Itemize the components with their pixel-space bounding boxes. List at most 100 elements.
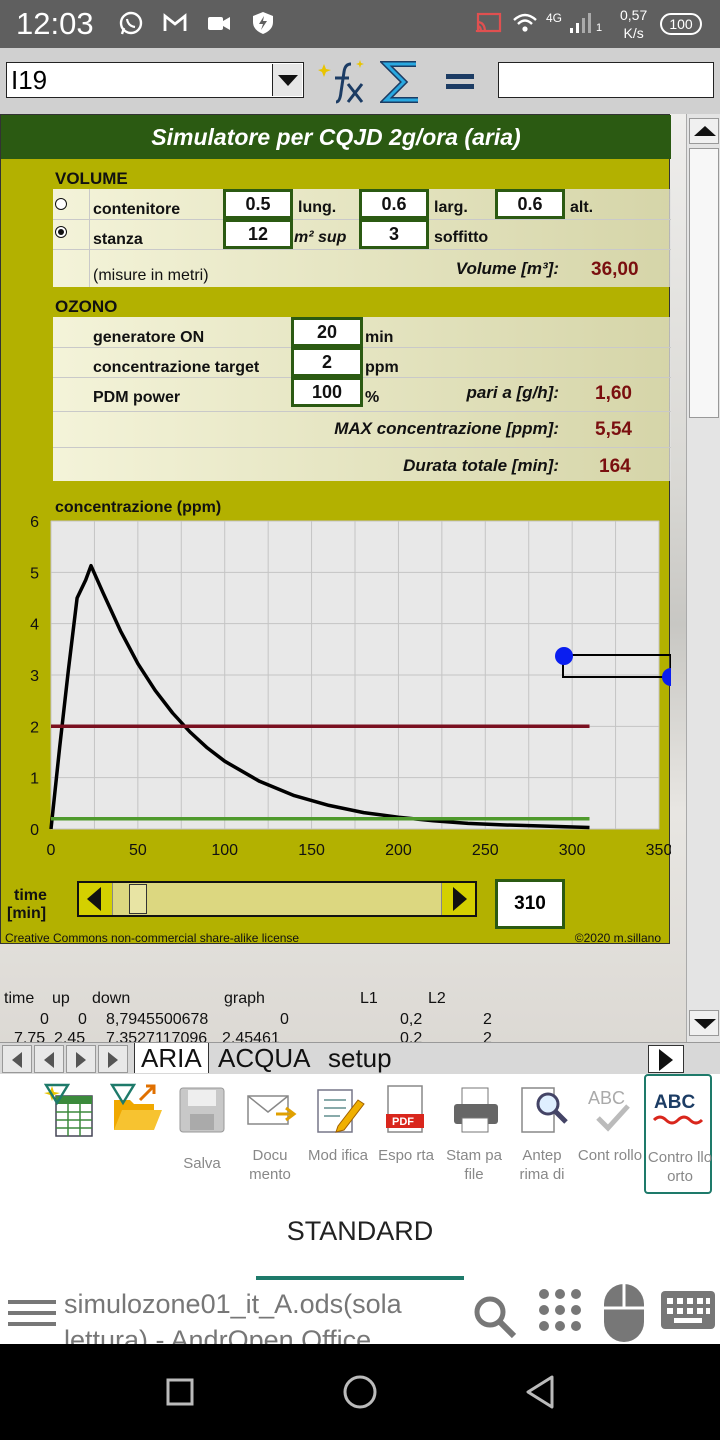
video-icon bbox=[208, 17, 230, 30]
cell-reference-box[interactable]: I19 bbox=[6, 62, 304, 98]
cell[interactable]: 2,45 bbox=[54, 1030, 85, 1042]
x-tick-label: 100 bbox=[211, 842, 238, 859]
signal-icon bbox=[570, 13, 591, 33]
slider-thumb[interactable] bbox=[129, 884, 147, 914]
label-room: stanza bbox=[93, 231, 143, 248]
spreadsheet-area[interactable]: Simulatore per CQJD 2g/ora (aria) VOLUME… bbox=[0, 114, 720, 1042]
label-height: alt. bbox=[570, 199, 594, 216]
cell[interactable]: 0 bbox=[40, 1011, 49, 1029]
export-pdf-button[interactable]: PDF Espo rta bbox=[372, 1074, 440, 1194]
tab-scroll-right-icon[interactable] bbox=[648, 1045, 684, 1073]
scroll-up-icon[interactable] bbox=[689, 118, 719, 144]
input-height[interactable]: 0.6 bbox=[495, 189, 565, 219]
recent-apps-icon[interactable] bbox=[166, 1378, 194, 1406]
header-up[interactable]: up bbox=[52, 990, 70, 1008]
document-button[interactable]: Docu mento bbox=[236, 1074, 304, 1194]
keyboard-icon[interactable] bbox=[660, 1290, 716, 1330]
label-target: concentrazione target bbox=[93, 359, 260, 376]
first-sheet-icon[interactable] bbox=[2, 1045, 32, 1073]
print-button[interactable]: Stam pa file bbox=[440, 1074, 508, 1194]
last-sheet-icon[interactable] bbox=[98, 1045, 128, 1073]
label-pdm: PDM power bbox=[93, 389, 181, 406]
search-icon[interactable] bbox=[470, 1292, 520, 1342]
chevron-down-icon[interactable] bbox=[272, 64, 302, 96]
autospell-button[interactable]: ABC Contro llo orto bbox=[644, 1074, 712, 1194]
x-tick-label: 250 bbox=[472, 842, 499, 859]
tab-standard[interactable]: STANDARD bbox=[0, 1216, 720, 1247]
cell[interactable]: 7,75 bbox=[14, 1030, 45, 1042]
check-label: Cont rollo bbox=[577, 1147, 643, 1164]
cell[interactable]: 0,2 bbox=[400, 1030, 422, 1042]
radio-room[interactable] bbox=[55, 226, 67, 238]
cell[interactable]: 2,45461 bbox=[222, 1030, 280, 1042]
input-area[interactable]: 12 bbox=[223, 219, 293, 249]
prev-sheet-icon[interactable] bbox=[34, 1045, 64, 1073]
y-tick-label: 6 bbox=[30, 515, 39, 531]
header-graph[interactable]: graph bbox=[224, 990, 265, 1008]
input-target-ppm[interactable]: 2 bbox=[291, 347, 363, 377]
formula-input[interactable] bbox=[498, 62, 714, 98]
dropdown-triangle-icon[interactable] bbox=[110, 1082, 136, 1106]
input-length[interactable]: 0.5 bbox=[223, 189, 293, 219]
hamburger-menu-icon[interactable] bbox=[8, 1296, 56, 1330]
spellcheck-button[interactable]: ABC Cont rollo bbox=[576, 1074, 644, 1194]
cell[interactable]: 8,7945500678 bbox=[106, 1011, 208, 1029]
open-button[interactable] bbox=[100, 1074, 168, 1194]
tab-acqua[interactable]: ACQUA bbox=[212, 1043, 316, 1073]
cell[interactable]: 0 bbox=[78, 1011, 87, 1029]
time-slider[interactable] bbox=[77, 881, 477, 917]
header-l2[interactable]: L2 bbox=[428, 990, 446, 1008]
function-wizard-icon[interactable] bbox=[318, 58, 370, 106]
input-pdm-power[interactable]: 100 bbox=[291, 377, 363, 407]
spellcheck-icon: ABC bbox=[588, 1088, 630, 1132]
radio-container[interactable] bbox=[55, 198, 67, 210]
sum-icon[interactable] bbox=[380, 58, 424, 106]
save-button[interactable]: Salva bbox=[168, 1074, 236, 1194]
new-sheet-button[interactable] bbox=[34, 1074, 102, 1194]
vertical-scrollbar[interactable] bbox=[686, 114, 720, 1042]
speed-unit: K/s bbox=[623, 25, 644, 41]
dropdown-triangle-icon[interactable] bbox=[44, 1082, 70, 1106]
value-rate: 1,60 bbox=[595, 383, 632, 404]
equals-icon[interactable] bbox=[440, 70, 480, 94]
preview-button[interactable]: Antep rima di bbox=[508, 1074, 576, 1194]
slider-right-arrow-icon[interactable] bbox=[441, 883, 475, 915]
time-value-box[interactable]: 310 bbox=[495, 879, 565, 929]
label-ceiling: soffitto bbox=[434, 229, 489, 246]
slider-left-arrow-icon[interactable] bbox=[79, 883, 113, 915]
input-generator-minutes[interactable]: 20 bbox=[291, 317, 363, 347]
cell[interactable]: 2 bbox=[483, 1030, 492, 1042]
label-rate: pari a [g/h]: bbox=[466, 383, 559, 402]
next-sheet-icon[interactable] bbox=[66, 1045, 96, 1073]
label-max-concentration: MAX concentrazione [ppm]: bbox=[334, 419, 559, 438]
label-width: larg. bbox=[434, 199, 468, 216]
cell[interactable]: 0 bbox=[280, 1011, 289, 1029]
scroll-down-icon[interactable] bbox=[689, 1010, 719, 1036]
sheet-tab-bar: ARIA ACQUA setup bbox=[0, 1042, 720, 1074]
tab-setup[interactable]: setup bbox=[322, 1043, 398, 1073]
unit-ppm: ppm bbox=[365, 359, 399, 376]
toolbar: Salva Docu mento Mod ifica PDF Espo rta bbox=[0, 1074, 720, 1194]
simulator-panel: Simulatore per CQJD 2g/ora (aria) VOLUME… bbox=[0, 114, 671, 945]
back-icon[interactable] bbox=[524, 1374, 556, 1410]
header-l1[interactable]: L1 bbox=[360, 990, 378, 1008]
resize-handle[interactable] bbox=[662, 668, 671, 686]
modify-button[interactable]: Mod ifica bbox=[304, 1074, 372, 1194]
cell[interactable]: 2 bbox=[483, 1011, 492, 1029]
home-icon[interactable] bbox=[342, 1374, 378, 1410]
input-width[interactable]: 0.6 bbox=[359, 189, 429, 219]
email-document-icon bbox=[247, 1095, 297, 1125]
header-down[interactable]: down bbox=[92, 990, 130, 1008]
header-time[interactable]: time bbox=[4, 990, 34, 1008]
resize-handle[interactable] bbox=[555, 647, 573, 665]
mouse-icon[interactable] bbox=[600, 1282, 648, 1344]
pdf-icon: PDF bbox=[386, 1085, 424, 1133]
cell[interactable]: 7,3527117096 bbox=[106, 1030, 207, 1042]
cell[interactable]: 0,2 bbox=[400, 1011, 422, 1029]
scroll-thumb[interactable] bbox=[689, 148, 719, 418]
copyright-text: ©2020 m.sillano bbox=[574, 931, 661, 945]
input-ceiling[interactable]: 3 bbox=[359, 219, 429, 249]
tab-aria[interactable]: ARIA bbox=[134, 1043, 209, 1073]
label-area: m² sup bbox=[294, 229, 347, 246]
keypad-icon[interactable] bbox=[536, 1286, 584, 1336]
